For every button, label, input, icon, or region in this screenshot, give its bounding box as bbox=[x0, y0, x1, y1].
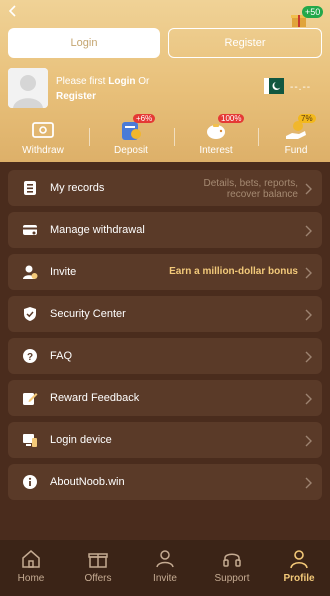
device-icon bbox=[22, 432, 38, 448]
menu-item-reward-feedback[interactable]: Reward Feedback bbox=[8, 380, 322, 416]
interest-label: Interest bbox=[199, 145, 233, 156]
withdraw-label: Withdraw bbox=[22, 145, 64, 156]
question-icon: ? bbox=[22, 348, 38, 364]
divider bbox=[89, 128, 90, 146]
tab-label: Offers bbox=[84, 573, 112, 584]
prompt-login-link[interactable]: Login bbox=[108, 76, 135, 87]
chevron-right-icon bbox=[304, 224, 312, 237]
withdraw-action[interactable]: Withdraw bbox=[10, 118, 76, 156]
piggy-bank-icon: 100% bbox=[204, 114, 245, 142]
info-icon bbox=[22, 474, 38, 490]
menu-item-manage-withdrawal[interactable]: Manage withdrawal bbox=[8, 212, 322, 248]
deposit-label: Deposit bbox=[114, 145, 148, 156]
home-icon bbox=[20, 548, 42, 570]
chevron-right-icon bbox=[304, 182, 312, 195]
profile-menu: My records Details, bets, reports, recov… bbox=[8, 170, 322, 506]
menu-label: FAQ bbox=[50, 350, 73, 362]
tab-label: Home bbox=[17, 573, 45, 584]
tab-offers[interactable]: Offers bbox=[65, 548, 131, 584]
headset-icon bbox=[221, 548, 243, 570]
chevron-right-icon bbox=[304, 476, 312, 489]
deposit-action[interactable]: +6% Deposit bbox=[98, 114, 164, 156]
shield-icon bbox=[22, 306, 38, 322]
menu-label: Manage withdrawal bbox=[50, 224, 145, 236]
prompt-prefix: Please first bbox=[56, 76, 109, 87]
menu-item-login-device[interactable]: Login device bbox=[8, 422, 322, 458]
profile-icon bbox=[288, 548, 310, 570]
feedback-edit-icon bbox=[22, 390, 38, 406]
divider bbox=[258, 128, 259, 146]
fund-badge: 7% bbox=[298, 114, 316, 123]
interest-action[interactable]: 100% Interest bbox=[183, 114, 249, 156]
login-button[interactable]: Login bbox=[8, 28, 160, 58]
people-icon bbox=[154, 548, 176, 570]
interest-badge: 100% bbox=[218, 114, 245, 123]
tab-label: Profile bbox=[283, 573, 315, 584]
tab-profile[interactable]: Profile bbox=[266, 548, 330, 584]
gift-bonus-badge: +50 bbox=[302, 6, 324, 18]
menu-label: Invite bbox=[50, 266, 77, 278]
chevron-right-icon bbox=[304, 434, 312, 447]
tab-invite[interactable]: Invite bbox=[132, 548, 198, 584]
deposit-badge: +6% bbox=[133, 114, 156, 123]
chevron-right-icon bbox=[304, 392, 312, 405]
menu-label: Reward Feedback bbox=[50, 392, 140, 404]
prompt-or: Or bbox=[135, 76, 150, 87]
menu-label: My records bbox=[50, 182, 105, 194]
deposit-icon: +6% bbox=[119, 114, 156, 142]
card-icon bbox=[22, 222, 38, 238]
tab-home[interactable]: Home bbox=[0, 548, 64, 584]
fund-hand-icon: 7% bbox=[284, 114, 316, 142]
fund-action[interactable]: 7% Fund bbox=[263, 114, 329, 156]
wallet-icon bbox=[31, 118, 55, 142]
login-prompt: Please first Login Or Register bbox=[56, 74, 149, 104]
menu-item-about[interactable]: AboutNoob.win bbox=[8, 464, 322, 500]
menu-item-security-center[interactable]: Security Center bbox=[8, 296, 322, 332]
menu-label: Security Center bbox=[50, 308, 126, 320]
chevron-right-icon bbox=[304, 266, 312, 279]
pakistan-flag-icon[interactable] bbox=[264, 78, 284, 94]
fund-label: Fund bbox=[284, 145, 308, 156]
profile-header: +50 Login Register Please first Login Or… bbox=[0, 0, 330, 162]
bottom-tab-bar: Home Offers Invite Support Profile bbox=[0, 540, 330, 596]
chevron-right-icon bbox=[304, 350, 312, 363]
tab-support[interactable]: Support bbox=[199, 548, 265, 584]
quick-actions: Withdraw +6% Deposit 100% Interest 7% Fu… bbox=[0, 114, 330, 158]
divider bbox=[174, 128, 175, 146]
records-icon bbox=[22, 180, 38, 196]
menu-label: Login device bbox=[50, 434, 112, 446]
menu-item-my-records[interactable]: My records Details, bets, reports, recov… bbox=[8, 170, 322, 206]
prompt-register-link[interactable]: Register bbox=[56, 91, 96, 102]
invite-user-icon bbox=[22, 264, 38, 280]
avatar[interactable] bbox=[8, 68, 48, 108]
menu-item-faq[interactable]: ? FAQ bbox=[8, 338, 322, 374]
menu-subtitle: Details, bets, reports, recover balance bbox=[203, 178, 298, 200]
chevron-right-icon bbox=[304, 308, 312, 321]
menu-item-invite[interactable]: Invite Earn a million-dollar bonus bbox=[8, 254, 322, 290]
gift-icon bbox=[87, 548, 109, 570]
svg-text:?: ? bbox=[27, 352, 33, 363]
balance-value: --.-- bbox=[290, 82, 312, 93]
invite-bonus-text: Earn a million-dollar bonus bbox=[169, 266, 298, 277]
register-button[interactable]: Register bbox=[168, 28, 322, 58]
tab-label: Support bbox=[214, 573, 250, 584]
menu-label: AboutNoob.win bbox=[50, 476, 125, 488]
tab-label: Invite bbox=[153, 573, 177, 584]
back-arrow-icon[interactable] bbox=[6, 4, 20, 18]
